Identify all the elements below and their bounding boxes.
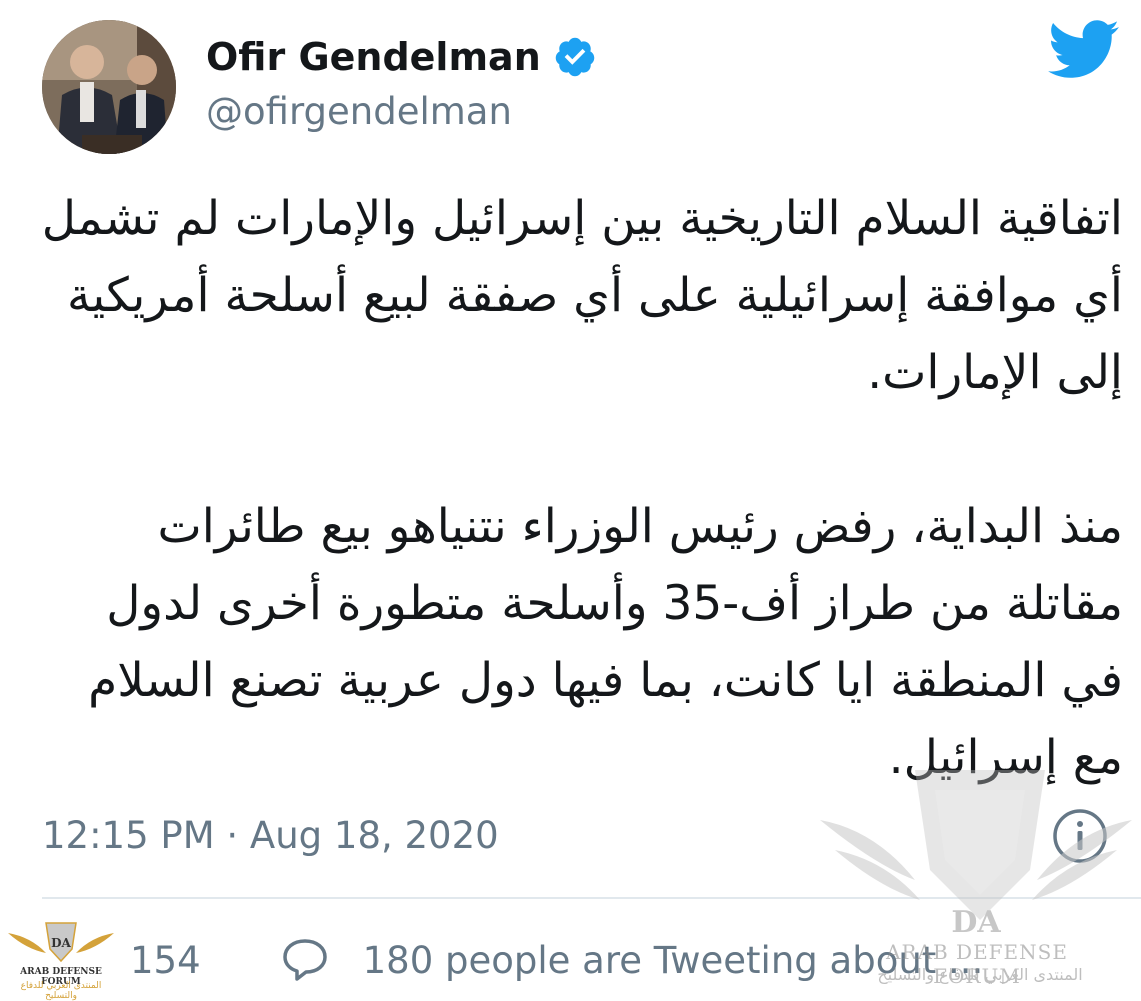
corner-logo: DA ARAB DEFENSE FORUM المنتدى العربي للد…	[6, 915, 116, 1001]
display-name[interactable]: Ofir Gendelman	[206, 35, 541, 79]
tweet-meta: 12:15 PM · Aug 18, 2020	[42, 808, 1122, 868]
corner-logo-text-arabic: المنتدى العربي للدفاع والتسليح	[20, 981, 102, 1001]
name-row: Ofir Gendelman	[206, 32, 597, 82]
tweet-text: اتفاقية السلام التاريخية بين إسرائيل وال…	[40, 180, 1123, 796]
like-count[interactable]: 154	[130, 939, 201, 982]
verified-badge-icon	[555, 37, 594, 77]
eagle-icon: DA	[8, 922, 114, 963]
corner-logo-letters: DA	[51, 936, 71, 950]
tweeting-about-link[interactable]: 180 people are Tweeting about ...	[363, 939, 984, 982]
avatar[interactable]	[42, 20, 176, 154]
timestamp[interactable]: 12:15 PM · Aug 18, 2020	[42, 814, 499, 857]
tweet-header: Ofir Gendelman @ofirgendelman	[42, 20, 1122, 160]
tweet-paragraph: منذ البداية، رفض رئيس الوزراء نتنياهو بي…	[88, 499, 1123, 785]
user-handle[interactable]: @ofirgendelman	[206, 90, 512, 133]
info-icon[interactable]	[1052, 808, 1108, 864]
twitter-bird-icon[interactable]	[1046, 20, 1122, 80]
divider	[42, 897, 1141, 899]
avatar-photo	[42, 20, 176, 154]
tweet-paragraph: اتفاقية السلام التاريخية بين إسرائيل وال…	[41, 191, 1123, 400]
reply-icon[interactable]	[281, 937, 329, 983]
tweet-actions: 154 180 people are Tweeting about ...	[130, 930, 983, 990]
